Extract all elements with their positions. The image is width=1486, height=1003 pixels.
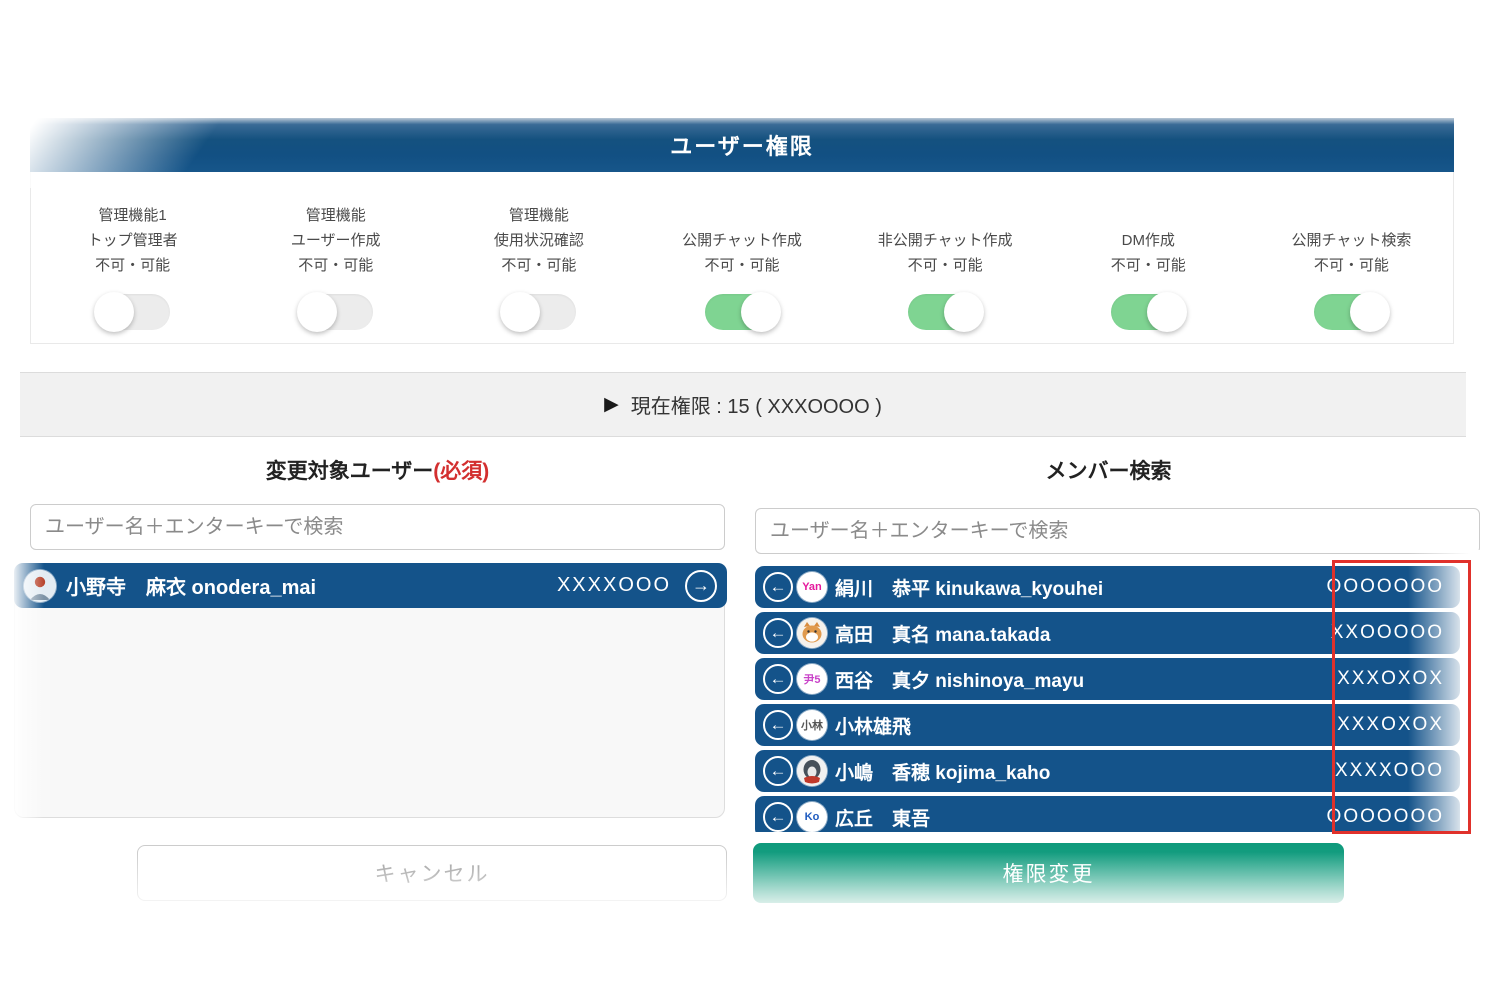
arrow-left-icon[interactable]: ← <box>763 756 793 786</box>
toggle-knob-icon <box>944 292 984 332</box>
permission-column: 公開チャット作成不可・可能 <box>640 172 843 330</box>
permission-column: 管理機能1トップ管理者不可・可能 <box>31 172 234 330</box>
permission-label: 管理機能使用状況確認不可・可能 <box>494 200 584 278</box>
arrow-right-icon[interactable]: → <box>685 570 717 602</box>
selected-target-user-row[interactable]: 小野寺 麻衣 onodera_mai XXXXOOO → <box>14 563 727 608</box>
target-user-heading: 変更対象ユーザー(必須) <box>30 455 725 485</box>
required-badge: (必須) <box>433 455 489 485</box>
cancel-button[interactable]: キャンセル <box>137 845 727 901</box>
change-permission-button[interactable]: 権限変更 <box>753 843 1344 903</box>
permission-toggle[interactable] <box>705 294 779 330</box>
selected-user-name: 小野寺 麻衣 onodera_mai <box>66 571 557 600</box>
toggle-knob-icon <box>1350 292 1390 332</box>
member-permission: XXXOXOX <box>1337 714 1444 736</box>
permission-label: 非公開チャット作成不可・可能 <box>878 200 1013 278</box>
avatar: 小林 <box>797 710 827 740</box>
member-name: 高田 真名 mana.takada <box>835 620 1331 647</box>
permission-column: 管理機能使用状況確認不可・可能 <box>437 172 640 330</box>
member-row[interactable]: ← 尹5 西谷 真夕 nishinoya_mayu XXXOXOX <box>755 658 1460 700</box>
page-header: ユーザー権限 <box>30 118 1454 172</box>
avatar: Yan <box>797 572 827 602</box>
permission-label-line: 不可・可能 <box>1314 253 1389 278</box>
page-title: ユーザー権限 <box>670 129 814 161</box>
permission-label: 管理機能1トップ管理者不可・可能 <box>88 200 178 278</box>
permission-label-line: 公開チャット検索 <box>1291 228 1411 253</box>
target-user-heading-text: 変更対象ユーザー <box>266 455 434 485</box>
permission-label-line: トップ管理者 <box>88 228 178 253</box>
member-row[interactable]: ← Yan 絹川 恭平 kinukawa_kyouhei OOOOOOO <box>755 566 1460 608</box>
triangle-right-icon: ▶ <box>604 393 619 416</box>
member-permission: OOOOOOO <box>1327 576 1444 598</box>
arrow-left-icon[interactable]: ← <box>763 664 793 694</box>
permission-label: 管理機能ユーザー作成不可・可能 <box>291 200 381 278</box>
current-permission-bar: ▶ 現在権限 : 15 ( XXXOOOO ) <box>20 372 1466 437</box>
permission-label: DM作成不可・可能 <box>1111 200 1186 278</box>
permission-label: 公開チャット作成不可・可能 <box>682 200 802 278</box>
permission-label-line: 管理機能 <box>509 203 569 228</box>
permission-label-line: 不可・可能 <box>1111 253 1186 278</box>
selected-user-permission: XXXXOOO <box>557 574 671 597</box>
arrow-left-icon[interactable]: ← <box>763 572 793 602</box>
permission-label-line: 不可・可能 <box>501 253 576 278</box>
member-permission: XXXOXOX <box>1337 668 1444 690</box>
avatar <box>797 756 827 786</box>
cancel-button-label: キャンセル <box>375 858 490 888</box>
member-row[interactable]: ← 小林 小林雄飛 XXXOXOX <box>755 704 1460 746</box>
toggle-knob-icon <box>500 292 540 332</box>
permission-label-line: 非公開チャット作成 <box>878 228 1013 253</box>
current-permission-text: 現在権限 : 15 ( XXXOOOO ) <box>631 390 882 419</box>
avatar: Ko <box>797 802 827 832</box>
permission-label-line: 管理機能 <box>306 203 366 228</box>
change-permission-button-label: 権限変更 <box>1003 858 1095 888</box>
member-row[interactable]: ← Ko 広丘 東吾 OOOOOOO <box>755 796 1460 832</box>
member-name: 小林雄飛 <box>835 712 1337 739</box>
permission-label-line: 不可・可能 <box>95 253 170 278</box>
permission-toggle[interactable] <box>1111 294 1185 330</box>
permission-column: DM作成不可・可能 <box>1047 172 1250 330</box>
permission-toggle[interactable] <box>96 294 170 330</box>
permission-column: 公開チャット検索不可・可能 <box>1250 172 1453 330</box>
permission-toggle[interactable] <box>1314 294 1388 330</box>
permission-label-line: 公開チャット作成 <box>682 228 802 253</box>
member-list: ← Yan 絹川 恭平 kinukawa_kyouhei OOOOOOO ← 高… <box>755 566 1486 832</box>
permission-column: 非公開チャット作成不可・可能 <box>844 172 1047 330</box>
permission-label-line: 使用状況確認 <box>494 228 584 253</box>
avatar <box>24 570 56 602</box>
member-name: 広丘 東吾 <box>835 804 1327 831</box>
member-name: 絹川 恭平 kinukawa_kyouhei <box>835 574 1327 601</box>
arrow-left-icon[interactable]: ← <box>763 802 793 832</box>
permission-label-line: 不可・可能 <box>704 253 779 278</box>
member-name: 西谷 真夕 nishinoya_mayu <box>835 666 1337 693</box>
member-name: 小嶋 香穂 kojima_kaho <box>835 758 1335 785</box>
member-permission: XXOOOOO <box>1331 622 1444 644</box>
target-user-list: 小野寺 麻衣 onodera_mai XXXXOOO → <box>14 563 725 818</box>
member-search-heading: メンバー検索 <box>755 455 1462 485</box>
toggle-knob-icon <box>297 292 337 332</box>
member-row[interactable]: ← 小嶋 香穂 kojima_kaho XXXXOOO <box>755 750 1460 792</box>
member-search-input[interactable] <box>755 508 1480 554</box>
toggle-knob-icon <box>1147 292 1187 332</box>
target-user-search-input[interactable] <box>30 504 725 550</box>
permission-toggle[interactable] <box>908 294 982 330</box>
arrow-left-icon[interactable]: ← <box>763 618 793 648</box>
member-permission: XXXXOOO <box>1335 760 1444 782</box>
permission-label-line: 不可・可能 <box>298 253 373 278</box>
permission-label: 公開チャット検索不可・可能 <box>1291 200 1411 278</box>
member-permission: OOOOOOO <box>1327 806 1444 828</box>
arrow-left-icon[interactable]: ← <box>763 710 793 740</box>
toggle-knob-icon <box>741 292 781 332</box>
permission-label-line: ユーザー作成 <box>291 228 381 253</box>
avatar: 尹5 <box>797 664 827 694</box>
member-row[interactable]: ← 高田 真名 mana.takada XXOOOOO <box>755 612 1460 654</box>
avatar <box>797 618 827 648</box>
member-search-heading-text: メンバー検索 <box>1046 455 1172 485</box>
permission-toggle[interactable] <box>502 294 576 330</box>
permission-toggle-panel: 管理機能1トップ管理者不可・可能 管理機能ユーザー作成不可・可能 管理機能使用状… <box>30 172 1454 344</box>
permission-toggle[interactable] <box>299 294 373 330</box>
toggle-knob-icon <box>94 292 134 332</box>
permission-label-line: 不可・可能 <box>908 253 983 278</box>
permission-column: 管理機能ユーザー作成不可・可能 <box>234 172 437 330</box>
permission-label-line: 管理機能1 <box>98 203 166 228</box>
permission-label-line: DM作成 <box>1122 228 1175 253</box>
